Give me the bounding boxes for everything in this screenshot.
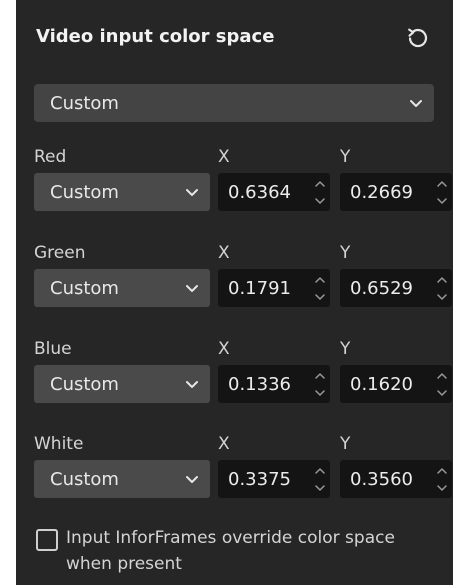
chevron-down-icon: [186, 381, 198, 388]
decrement-button[interactable]: [312, 289, 328, 304]
y-value-spinner: [434, 272, 450, 304]
x-value-spinner: [312, 463, 328, 495]
override-label: Input InforFrames override color space w…: [66, 528, 395, 574]
x-value-input[interactable]: [228, 277, 294, 299]
x-value-input[interactable]: [228, 373, 294, 395]
color-space-panel: Video input color space Custom Red X Y C…: [16, 0, 453, 585]
chevron-down-icon: [410, 100, 422, 107]
x-value-field: [218, 173, 330, 211]
x-value-spinner: [312, 368, 328, 400]
y-value-field: [340, 365, 452, 403]
chevron-up-icon: [315, 372, 325, 379]
primary-row-red: Red X Y Custom: [16, 147, 453, 227]
color-space-preset-select[interactable]: Custom: [34, 84, 434, 122]
y-value-field: [340, 460, 452, 498]
primary-row-white: White X Y Custom: [16, 434, 453, 514]
chevron-down-icon: [437, 293, 447, 300]
primary-label: White: [34, 434, 84, 454]
primary-mode-value: Custom: [50, 277, 119, 299]
increment-button[interactable]: [434, 176, 450, 191]
chevron-up-icon: [437, 467, 447, 474]
increment-button[interactable]: [312, 463, 328, 478]
x-column-label: X: [218, 243, 230, 263]
chevron-down-icon: [315, 293, 325, 300]
primary-mode-select[interactable]: Custom: [34, 269, 210, 307]
primary-label: Blue: [34, 339, 72, 359]
increment-button[interactable]: [312, 368, 328, 383]
decrement-button[interactable]: [434, 480, 450, 495]
x-column-label: X: [218, 434, 230, 454]
increment-button[interactable]: [434, 272, 450, 287]
chevron-down-icon: [437, 389, 447, 396]
y-value-spinner: [434, 368, 450, 400]
increment-button[interactable]: [312, 176, 328, 191]
decrement-button[interactable]: [312, 480, 328, 495]
primary-row-green: Green X Y Custom: [16, 243, 453, 323]
y-value-field: [340, 269, 452, 307]
increment-button[interactable]: [312, 272, 328, 287]
primary-mode-value: Custom: [50, 468, 119, 490]
x-column-label: X: [218, 147, 230, 167]
x-value-field: [218, 365, 330, 403]
chevron-down-icon: [315, 389, 325, 396]
chevron-up-icon: [315, 180, 325, 187]
x-value-field: [218, 269, 330, 307]
chevron-up-icon: [315, 276, 325, 283]
chevron-down-icon: [315, 197, 325, 204]
preset-select-value: Custom: [50, 92, 119, 114]
panel-header: Video input color space: [34, 22, 443, 52]
chevron-down-icon: [437, 197, 447, 204]
override-checkbox[interactable]: [36, 529, 58, 551]
primary-mode-select[interactable]: Custom: [34, 173, 210, 211]
y-column-label: Y: [340, 243, 351, 263]
chevron-up-icon: [437, 276, 447, 283]
primary-mode-value: Custom: [50, 181, 119, 203]
chevron-down-icon: [186, 285, 198, 292]
y-value-input[interactable]: [350, 277, 416, 299]
decrement-button[interactable]: [312, 193, 328, 208]
x-value-input[interactable]: [228, 468, 294, 490]
x-column-label: X: [218, 339, 230, 359]
y-value-input[interactable]: [350, 468, 416, 490]
x-value-input[interactable]: [228, 181, 294, 203]
increment-button[interactable]: [434, 368, 450, 383]
x-value-spinner: [312, 176, 328, 208]
y-value-spinner: [434, 463, 450, 495]
y-value-input[interactable]: [350, 181, 416, 203]
decrement-button[interactable]: [434, 289, 450, 304]
chevron-down-icon: [315, 484, 325, 491]
panel-title: Video input color space: [36, 26, 275, 47]
primary-mode-select[interactable]: Custom: [34, 365, 210, 403]
y-value-input[interactable]: [350, 373, 416, 395]
x-value-field: [218, 460, 330, 498]
decrement-button[interactable]: [434, 193, 450, 208]
chevron-up-icon: [315, 467, 325, 474]
chevron-up-icon: [437, 372, 447, 379]
y-column-label: Y: [340, 147, 351, 167]
primary-label: Red: [34, 147, 67, 167]
decrement-button[interactable]: [434, 385, 450, 400]
reset-button[interactable]: [403, 24, 431, 52]
chevron-down-icon: [186, 476, 198, 483]
reset-undo-icon: [408, 28, 428, 48]
increment-button[interactable]: [434, 463, 450, 478]
x-value-spinner: [312, 272, 328, 304]
primary-mode-select[interactable]: Custom: [34, 460, 210, 498]
primary-row-blue: Blue X Y Custom: [16, 339, 453, 419]
primary-label: Green: [34, 243, 86, 263]
chevron-down-icon: [437, 484, 447, 491]
decrement-button[interactable]: [312, 385, 328, 400]
chevron-up-icon: [437, 180, 447, 187]
chevron-down-icon: [186, 189, 198, 196]
primary-mode-value: Custom: [50, 373, 119, 395]
y-value-spinner: [434, 176, 450, 208]
y-column-label: Y: [340, 339, 351, 359]
y-column-label: Y: [340, 434, 351, 454]
y-value-field: [340, 173, 452, 211]
